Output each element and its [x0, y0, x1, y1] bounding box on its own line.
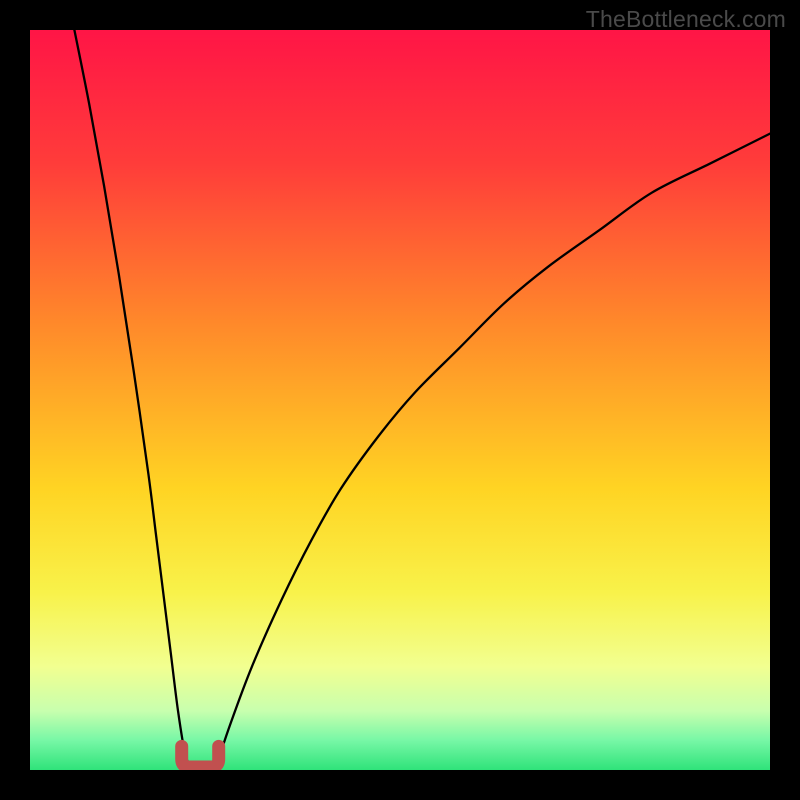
curve-layer — [30, 30, 770, 770]
bottleneck-curve-left — [74, 30, 192, 770]
plot-area — [30, 30, 770, 770]
chart-frame: TheBottleneck.com — [0, 0, 800, 800]
watermark-text: TheBottleneck.com — [586, 6, 786, 33]
valley-marker — [182, 746, 219, 767]
bottleneck-curve-right — [215, 134, 770, 770]
